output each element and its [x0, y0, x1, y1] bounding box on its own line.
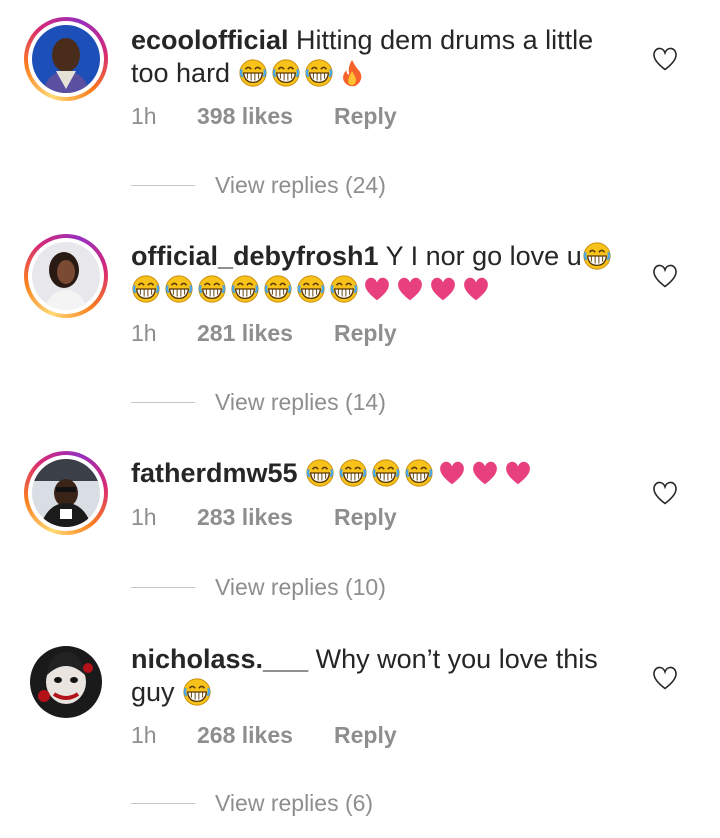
- laugh-emoji-icon: [230, 274, 260, 304]
- view-replies-label[interactable]: View replies (10): [215, 572, 386, 602]
- laugh-emoji-icon: [305, 458, 335, 488]
- view-replies-button[interactable]: View replies (24): [131, 170, 451, 200]
- comment-time: 1h: [131, 504, 157, 530]
- laugh-emoji-icon: [271, 58, 301, 88]
- view-replies-button[interactable]: View replies (6): [131, 788, 451, 818]
- comment-username[interactable]: ecoolofficial: [131, 25, 289, 55]
- comment-meta: 1h 268 likes Reply: [131, 720, 431, 750]
- comment-text: official_debyfrosh1 Y I nor go love u: [131, 240, 621, 306]
- divider-line: [131, 803, 195, 804]
- laugh-emoji-icon: [197, 274, 227, 304]
- comment-likes[interactable]: 283 likes: [197, 502, 293, 532]
- view-replies-label[interactable]: View replies (6): [215, 788, 373, 818]
- comment-text: ecoolofficial Hitting dem drums a little…: [131, 24, 621, 90]
- laugh-emoji-icon: [182, 677, 212, 707]
- divider-line: [131, 185, 195, 186]
- divider-line: [131, 587, 195, 588]
- avatar: [32, 25, 100, 93]
- comment-username[interactable]: official_debyfrosh1: [131, 241, 379, 271]
- comment-likes[interactable]: 398 likes: [197, 101, 293, 131]
- laugh-emoji-icon: [404, 458, 434, 488]
- laugh-emoji-icon: [131, 274, 161, 304]
- reply-button[interactable]: Reply: [334, 502, 397, 532]
- like-heart-icon[interactable]: [651, 664, 679, 692]
- comment-meta: 1h 281 likes Reply: [131, 318, 431, 348]
- avatar: [32, 242, 100, 310]
- laugh-emoji-icon: [296, 274, 326, 304]
- laugh-emoji-icon: [304, 58, 334, 88]
- emoji-row: [238, 58, 370, 88]
- comment-meta: 1h 283 likes Reply: [131, 502, 431, 532]
- reply-button[interactable]: Reply: [334, 318, 397, 348]
- laugh-emoji-icon: [263, 274, 293, 304]
- pink-heart-emoji-icon: [362, 274, 392, 304]
- comment-username[interactable]: fatherdmw55: [131, 458, 298, 488]
- laugh-emoji-icon: [338, 458, 368, 488]
- comment-text: nicholass.___ Why won’t you love this gu…: [131, 643, 621, 709]
- laugh-emoji-icon: [582, 241, 612, 271]
- emoji-row: [182, 677, 215, 707]
- laugh-emoji-icon: [371, 458, 401, 488]
- comment-time: 1h: [131, 722, 157, 748]
- emoji-row: [305, 458, 536, 488]
- view-replies-button[interactable]: View replies (10): [131, 572, 451, 602]
- fire-emoji-icon: [337, 58, 367, 88]
- view-replies-label[interactable]: View replies (14): [215, 387, 386, 417]
- laugh-emoji-icon: [238, 58, 268, 88]
- reply-button[interactable]: Reply: [334, 101, 397, 131]
- laugh-emoji-icon: [164, 274, 194, 304]
- laugh-emoji-icon: [329, 274, 359, 304]
- pink-heart-emoji-icon: [503, 458, 533, 488]
- view-replies-label[interactable]: View replies (24): [215, 170, 386, 200]
- comment-time: 1h: [131, 103, 157, 129]
- pink-heart-emoji-icon: [437, 458, 467, 488]
- comment-text: fatherdmw55: [131, 457, 621, 490]
- comment-body: Y I nor go love u: [385, 241, 582, 271]
- avatar: [30, 646, 102, 718]
- avatar-story-ring[interactable]: [24, 451, 108, 535]
- reply-button[interactable]: Reply: [334, 720, 397, 750]
- comment-meta: 1h 398 likes Reply: [131, 101, 431, 131]
- like-heart-icon[interactable]: [651, 479, 679, 507]
- avatar-story-ring[interactable]: [24, 17, 108, 101]
- pink-heart-emoji-icon: [470, 458, 500, 488]
- avatar: [32, 459, 100, 527]
- pink-heart-emoji-icon: [395, 274, 425, 304]
- avatar-frame[interactable]: [24, 640, 108, 724]
- pink-heart-emoji-icon: [428, 274, 458, 304]
- like-heart-icon[interactable]: [651, 45, 679, 73]
- comment-likes[interactable]: 281 likes: [197, 318, 293, 348]
- divider-line: [131, 402, 195, 403]
- like-heart-icon[interactable]: [651, 262, 679, 290]
- pink-heart-emoji-icon: [461, 274, 491, 304]
- comment-time: 1h: [131, 320, 157, 346]
- comment-likes[interactable]: 268 likes: [197, 720, 293, 750]
- avatar-story-ring[interactable]: [24, 234, 108, 318]
- comment-username[interactable]: nicholass.___: [131, 644, 308, 674]
- view-replies-button[interactable]: View replies (14): [131, 387, 451, 417]
